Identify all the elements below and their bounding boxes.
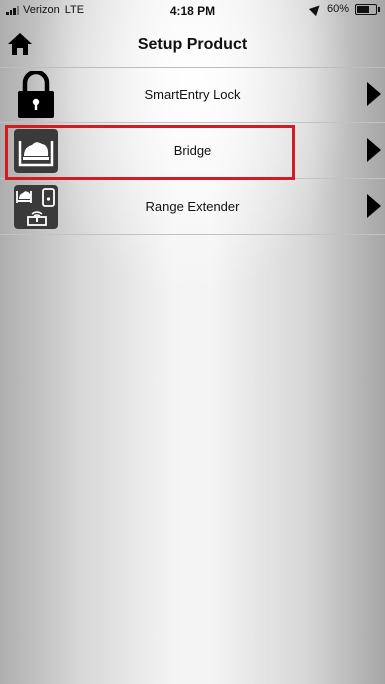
chevron-right-icon [367, 194, 381, 218]
list-item-label: SmartEntry Lock [144, 87, 241, 102]
product-list: SmartEntry Lock Bridge Range Extender [0, 67, 385, 235]
list-item-label: Bridge [173, 143, 212, 158]
battery-percent: 60% [326, 3, 349, 15]
status-bar: Verizon LTE 4:18 PM 60% [0, 0, 385, 22]
list-item-bridge[interactable]: Bridge [0, 123, 385, 179]
battery-icon [355, 3, 380, 15]
chevron-right-icon [367, 82, 381, 106]
status-right: 60% [308, 1, 380, 17]
chevron-right-icon [367, 138, 381, 162]
list-item-label: Range Extender [145, 199, 240, 214]
list-item-smartentry-lock[interactable]: SmartEntry Lock [0, 67, 385, 123]
nav-bar: Setup Product [0, 22, 385, 68]
page-title: Setup Product [137, 36, 248, 53]
list-item-range-extender[interactable]: Range Extender [0, 179, 385, 235]
location-icon [308, 1, 324, 17]
